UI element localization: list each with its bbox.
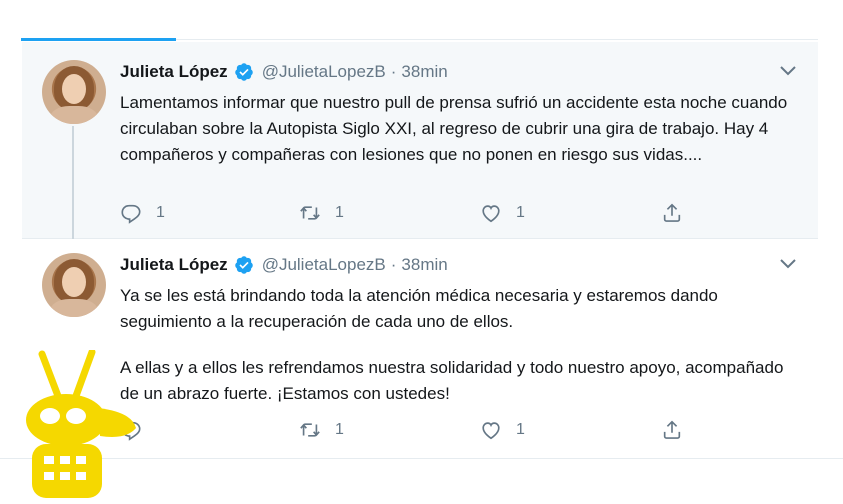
share-icon [663,420,681,439]
like-button[interactable]: 1 [480,419,525,441]
tweet-actions: 1 1 1 [120,202,720,226]
tab-divider [176,39,818,40]
tweet-header: Julieta López @JulietaLopezB · 38min [120,62,448,82]
retweet-count: 1 [335,204,344,221]
separator-dot: · [390,62,397,81]
like-count: 1 [516,204,525,221]
retweet-button[interactable]: 1 [299,419,344,441]
like-button[interactable]: 1 [480,202,525,224]
share-button[interactable] [661,419,697,441]
retweet-button[interactable]: 1 [299,202,344,224]
author-handle[interactable]: @JulietaLopezB [262,62,386,82]
timestamp[interactable]: 38min [401,62,447,82]
timestamp[interactable]: 38min [401,255,447,275]
avatar[interactable] [42,60,106,124]
share-icon [663,203,681,222]
tweet-text: Ya se les está brindando toda la atenció… [120,283,800,407]
tweet-text: Lamentamos informar que nuestro pull de … [120,90,800,168]
reply-button[interactable]: 1 [120,202,165,224]
reply-count: 1 [156,204,165,221]
retweet-icon [300,206,320,220]
separator-dot: · [390,255,397,274]
retweet-icon [300,423,320,437]
retweet-count: 1 [335,421,344,438]
tweet-1[interactable]: Julieta López @JulietaLopezB · 38min Lam… [22,42,818,238]
tweet-paragraph: Ya se les está brindando toda la atenció… [120,286,718,331]
like-count: 1 [516,421,525,438]
tweet-actions: 1 1 [120,419,720,443]
tweet-paragraph: A ellas y a ellos les refrendamos nuestr… [120,358,784,403]
avatar[interactable] [42,253,106,317]
author-name[interactable]: Julieta López [120,62,228,82]
like-icon [482,422,500,440]
chevron-down-icon[interactable] [780,259,796,269]
thread-connector [72,126,74,244]
active-tab-indicator [21,38,176,41]
share-button[interactable] [661,202,697,224]
tweet-paragraph: Lamentamos informar que nuestro pull de … [120,93,788,164]
chevron-down-icon[interactable] [780,66,796,76]
like-icon [482,205,500,223]
tweet-header: Julieta López @JulietaLopezB · 38min [120,255,448,275]
reply-icon [121,204,141,224]
author-name[interactable]: Julieta López [120,255,228,275]
verified-badge-icon [234,63,253,81]
verified-badge-icon [234,256,253,274]
author-handle[interactable]: @JulietaLopezB [262,255,386,275]
watermark-logo-icon [26,350,136,498]
